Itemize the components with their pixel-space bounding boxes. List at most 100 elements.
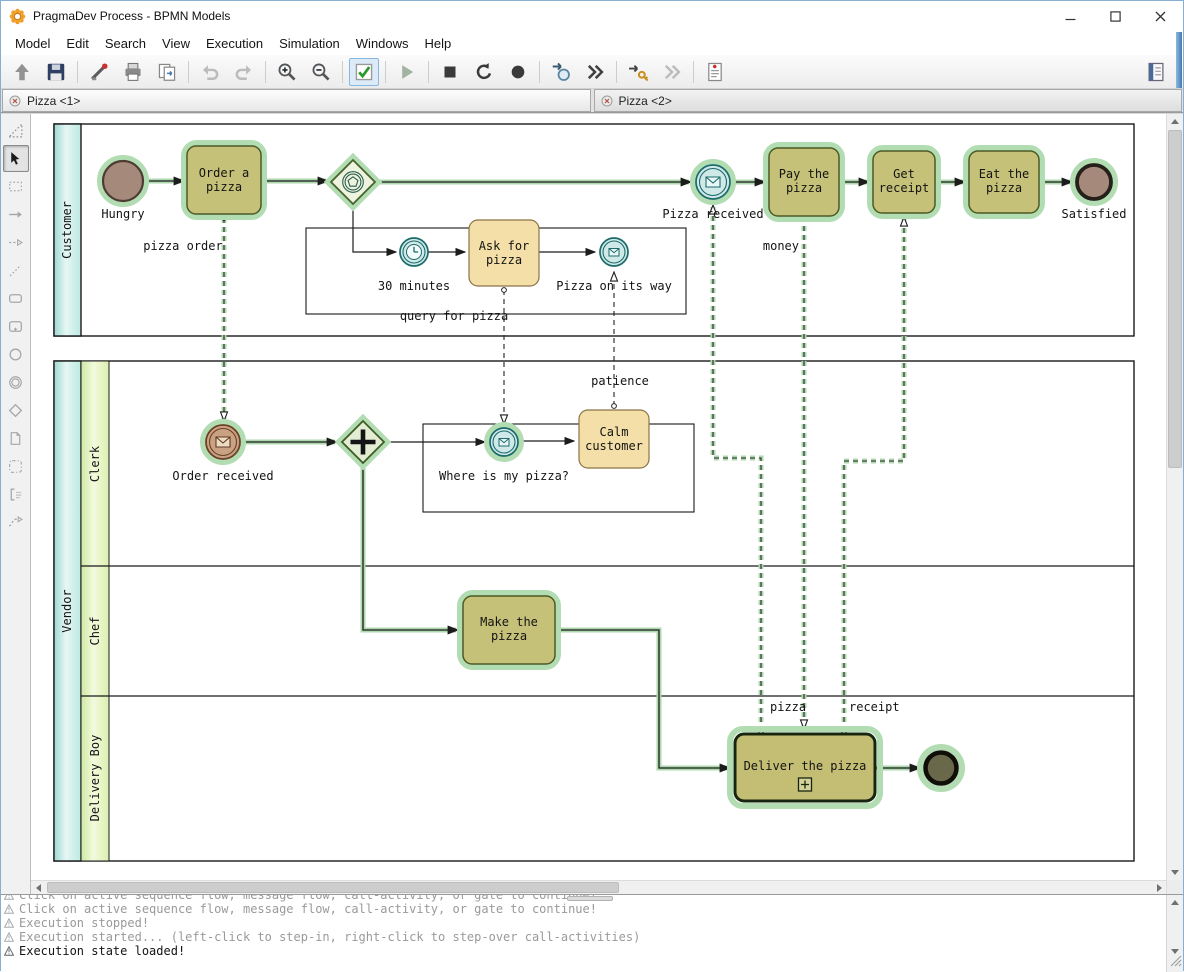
subprocess-deliver-the-pizza[interactable]: Deliver the pizza [730, 729, 880, 806]
toolbar-separator [693, 61, 694, 83]
play-icon[interactable] [392, 58, 422, 86]
horizontal-scroll-track[interactable] [45, 881, 1152, 894]
menu-help[interactable]: Help [417, 33, 460, 54]
menu-windows[interactable]: Windows [348, 33, 417, 54]
svg-text:customer: customer [585, 439, 643, 453]
palette-annotation-icon[interactable] [3, 481, 29, 508]
palette-pointer-icon[interactable] [3, 145, 29, 172]
vertical-scroll-thumb[interactable] [1168, 130, 1182, 468]
restart-icon[interactable] [469, 58, 499, 86]
svg-text:Calm: Calm [600, 425, 629, 439]
breakpoints-toggle-icon[interactable] [349, 58, 379, 86]
dock-strip[interactable] [1176, 32, 1182, 88]
redo-icon[interactable] [229, 58, 259, 86]
up-icon[interactable] [7, 58, 37, 86]
message-flow-money[interactable] [802, 215, 807, 729]
titlebar: PragmaDev Process - BPMN Models [1, 1, 1183, 31]
palette-intermediate-event-icon[interactable] [3, 369, 29, 396]
pool-vendor-label: Vendor [60, 589, 74, 632]
step-in-icon[interactable] [546, 58, 576, 86]
toolbar [1, 55, 1183, 89]
end-event-delivery[interactable] [920, 747, 962, 789]
palette-marquee-icon[interactable] [3, 117, 29, 144]
palette-sequence-flow-icon[interactable] [3, 201, 29, 228]
trace-icon[interactable] [700, 58, 730, 86]
task-pay-the-pizza[interactable]: Pay the pizza [766, 145, 842, 219]
tab-pizza-1[interactable]: Pizza <1> [2, 89, 591, 112]
console-line: Click on active sequence flow, message f… [4, 902, 1183, 916]
palette-subprocess-icon[interactable] [3, 313, 29, 340]
horizontal-scrollbar[interactable] [31, 880, 1166, 894]
zoom-out-icon[interactable] [306, 58, 336, 86]
svg-text:Make the: Make the [480, 615, 538, 629]
save-icon[interactable] [41, 58, 71, 86]
tab-label: Pizza <1> [27, 94, 80, 108]
maximize-button[interactable] [1093, 1, 1138, 31]
warning-icon [4, 918, 14, 928]
task-calm-customer[interactable]: Calm customer [579, 410, 649, 468]
tab-close-icon[interactable] [601, 95, 613, 107]
svg-text:receipt: receipt [879, 181, 930, 195]
start-event-hungry[interactable]: Hungry [100, 158, 146, 221]
toolbar-separator [265, 61, 266, 83]
window-title: PragmaDev Process - BPMN Models [33, 9, 230, 23]
toolbar-separator [342, 61, 343, 83]
scroll-right-icon[interactable] [1152, 881, 1166, 894]
stop-icon[interactable] [435, 58, 465, 86]
check-model-icon[interactable] [84, 58, 114, 86]
task-make-the-pizza[interactable]: Make the pizza [460, 593, 558, 667]
diagram-canvas[interactable]: Customer Vendor Clerk Chef Delivery Boy [31, 114, 1166, 880]
task-order-a-pizza[interactable]: Order a pizza [184, 143, 264, 217]
task-eat-the-pizza[interactable]: Eat the pizza [966, 148, 1042, 216]
close-button[interactable] [1138, 1, 1183, 31]
tool-palette [1, 114, 31, 894]
menu-view[interactable]: View [154, 33, 198, 54]
palette-link-icon[interactable] [3, 509, 29, 536]
tab-close-icon[interactable] [9, 95, 21, 107]
step-over-icon[interactable] [580, 58, 610, 86]
vertical-scrollbar[interactable] [1166, 114, 1183, 894]
console-lines: Click on active sequence flow, message f… [1, 894, 1183, 958]
palette-data-object-icon[interactable] [3, 425, 29, 452]
console-scrollbar[interactable] [1166, 895, 1183, 972]
svg-text:Hungry: Hungry [101, 207, 144, 221]
flow-label-query-for-pizza: query for pizza [400, 309, 508, 323]
run-to-key-icon[interactable] [623, 58, 653, 86]
console-splitter-handle[interactable] [567, 896, 613, 901]
resize-grip-icon[interactable] [1169, 952, 1182, 971]
menu-execution[interactable]: Execution [198, 33, 271, 54]
svg-text:pizza: pizza [206, 180, 242, 194]
console-scroll-up-icon[interactable] [1167, 895, 1183, 909]
undo-icon[interactable] [195, 58, 225, 86]
lane-clerk-label: Clerk [88, 445, 102, 482]
notebook-icon[interactable] [1141, 58, 1171, 86]
menu-model[interactable]: Model [7, 33, 58, 54]
export-icon[interactable] [152, 58, 182, 86]
minimize-button[interactable] [1048, 1, 1093, 31]
warning-icon [4, 904, 14, 914]
scroll-up-icon[interactable] [1167, 114, 1183, 129]
palette-task-icon[interactable] [3, 285, 29, 312]
console-line: Execution started... (left-click to step… [4, 930, 1183, 944]
palette-gateway-icon[interactable] [3, 397, 29, 424]
svg-text:pizza: pizza [486, 253, 522, 267]
record-icon[interactable] [503, 58, 533, 86]
palette-start-event-icon[interactable] [3, 341, 29, 368]
app-logo-icon [9, 8, 26, 25]
horizontal-scroll-thumb[interactable] [47, 882, 619, 893]
palette-lasso-icon[interactable] [3, 173, 29, 200]
menu-search[interactable]: Search [97, 33, 154, 54]
zoom-in-icon[interactable] [272, 58, 302, 86]
task-get-receipt[interactable]: Get receipt [870, 148, 938, 216]
menu-edit[interactable]: Edit [58, 33, 96, 54]
scroll-down-icon[interactable] [1167, 865, 1183, 880]
step-out-icon[interactable] [657, 58, 687, 86]
print-icon[interactable] [118, 58, 148, 86]
menu-simulation[interactable]: Simulation [271, 33, 348, 54]
task-ask-for-pizza[interactable]: Ask for pizza [469, 220, 539, 286]
palette-message-flow-icon[interactable] [3, 229, 29, 256]
scroll-left-icon[interactable] [31, 881, 45, 894]
tab-pizza-2[interactable]: Pizza <2> [594, 89, 1183, 112]
palette-group-icon[interactable] [3, 453, 29, 480]
palette-association-icon[interactable] [3, 257, 29, 284]
